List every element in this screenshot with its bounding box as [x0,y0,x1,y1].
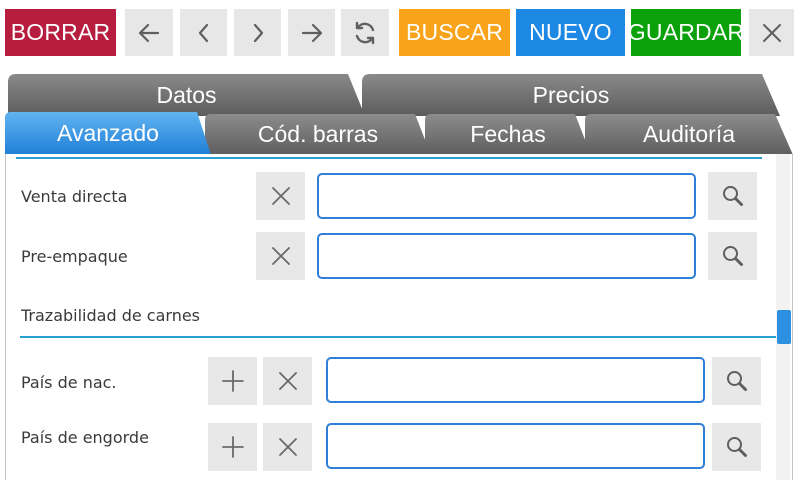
magnifier-icon [726,437,747,457]
close-icon [762,23,781,42]
section-title: Trazabilidad de carnes [21,306,201,325]
pais-nac-add-button[interactable] [208,357,257,405]
delete-button[interactable]: BORRAR [5,9,116,56]
tab-auditoria[interactable]: Auditoría [585,114,793,155]
pre-empaque-input[interactable] [317,233,696,279]
tab-avanzado[interactable]: Avanzado [5,112,211,155]
tab-fechas[interactable]: Fechas [425,114,591,155]
section-separator [20,336,776,338]
delete-button-label: BORRAR [10,19,111,45]
arrow-right-icon [301,23,322,42]
refresh-icon [355,21,375,44]
search-button-label: BUSCAR [405,19,504,45]
pais-engorde-input[interactable] [326,423,705,469]
magnifier-icon [722,186,743,206]
pais-engorde-clear-button[interactable] [263,423,312,471]
pre-empaque-clear-button[interactable] [256,232,305,280]
plus-icon [221,436,244,458]
last-record-button[interactable] [288,9,335,56]
tab-cod-barras-label: Cód. barras [257,121,379,147]
new-button[interactable]: NUEVO [516,9,625,56]
pais-nac-input[interactable] [326,357,705,403]
magnifier-icon [722,246,743,266]
close-icon [278,372,297,390]
venta-directa-label: Venta directa [21,187,128,206]
pais-engorde-add-button[interactable] [208,423,257,471]
tab-precios[interactable]: Precios [362,74,780,116]
new-button-label: NUEVO [529,19,612,45]
plus-icon [221,370,244,392]
pais-engorde-label: País de engorde [21,428,149,447]
tab-datos-label: Datos [156,81,217,108]
top-separator [16,157,762,159]
pre-empaque-search-button[interactable] [708,232,757,280]
first-record-button[interactable] [125,9,173,56]
chevron-right-icon [253,23,263,42]
pais-nac-search-button[interactable] [712,357,761,405]
tab-fechas-label: Fechas [470,121,546,147]
close-button[interactable] [749,9,794,56]
tab-auditoria-label: Auditoría [642,121,736,147]
chevron-left-icon [198,23,208,42]
tab-cod-barras[interactable]: Cód. barras [205,114,431,155]
venta-directa-input[interactable] [317,173,696,219]
venta-directa-search-button[interactable] [708,172,757,220]
previous-record-button[interactable] [180,9,227,56]
pais-engorde-search-button[interactable] [712,423,761,471]
close-icon [271,247,290,265]
search-button[interactable]: BUSCAR [399,9,510,56]
scrollbar-thumb[interactable] [777,310,791,344]
tab-precios-label: Precios [532,81,610,108]
tab-datos[interactable]: Datos [8,74,365,116]
advanced-tab-panel: Venta directa Pre-empaque Trazabilidad d… [5,154,793,480]
save-button[interactable]: GUARDAR [627,9,745,56]
venta-directa-clear-button[interactable] [256,172,305,220]
next-record-button[interactable] [234,9,281,56]
magnifier-icon [726,371,747,391]
close-icon [271,187,290,205]
close-icon [278,438,297,456]
pais-nac-label: País de nac. [21,373,117,392]
pais-nac-clear-button[interactable] [263,357,312,405]
refresh-button[interactable] [341,9,389,56]
pre-empaque-label: Pre-empaque [21,247,128,266]
arrow-left-icon [138,23,160,42]
tab-avanzado-label: Avanzado [57,120,159,146]
save-button-label: GUARDAR [627,19,745,45]
